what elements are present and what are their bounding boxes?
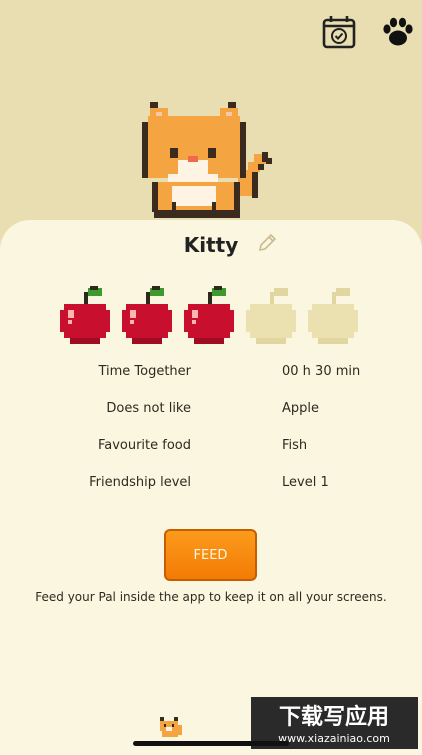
stat-value: Apple [282,401,320,416]
stat-row: Friendship level Level 1 [0,475,422,495]
stat-value: 00 h 30 min [282,364,361,379]
calendar-check-icon[interactable] [321,14,357,50]
mini-cat-icon [158,715,184,739]
stat-row: Does not like Apple [0,401,422,421]
stat-label: Time Together [98,364,191,379]
stat-label: Friendship level [89,475,191,490]
pet-cat-sprite[interactable] [142,96,282,220]
stat-value: Level 1 [282,475,329,490]
apple-full-icon [60,286,110,346]
stat-label: Does not like [106,401,191,416]
feed-hint-text: Feed your Pal inside the app to keep it … [35,590,387,604]
feed-button[interactable]: FEED [164,529,257,581]
paw-icon[interactable] [380,14,416,50]
stat-label: Favourite food [97,438,191,453]
stat-row: Time Together 00 h 30 min [0,364,422,384]
svg-text:下载写应用: 下载写应用 [279,704,389,730]
pet-info-card: Kitty Time Together 00 h 30 min Does not… [0,220,422,755]
stat-value: Fish [282,438,308,453]
apple-empty-icon [308,286,358,346]
top-bar [0,14,422,50]
apple-empty-icon [246,286,296,346]
home-indicator[interactable] [133,741,289,746]
svg-text:www.xiazainiao.com: www.xiazainiao.com [278,732,390,745]
hunger-meter [60,286,365,346]
pet-name: Kitty [183,233,239,257]
apple-full-icon [122,286,172,346]
apple-full-icon [184,286,234,346]
edit-pencil-icon[interactable] [256,232,278,254]
stat-row: Favourite food Fish [0,438,422,458]
